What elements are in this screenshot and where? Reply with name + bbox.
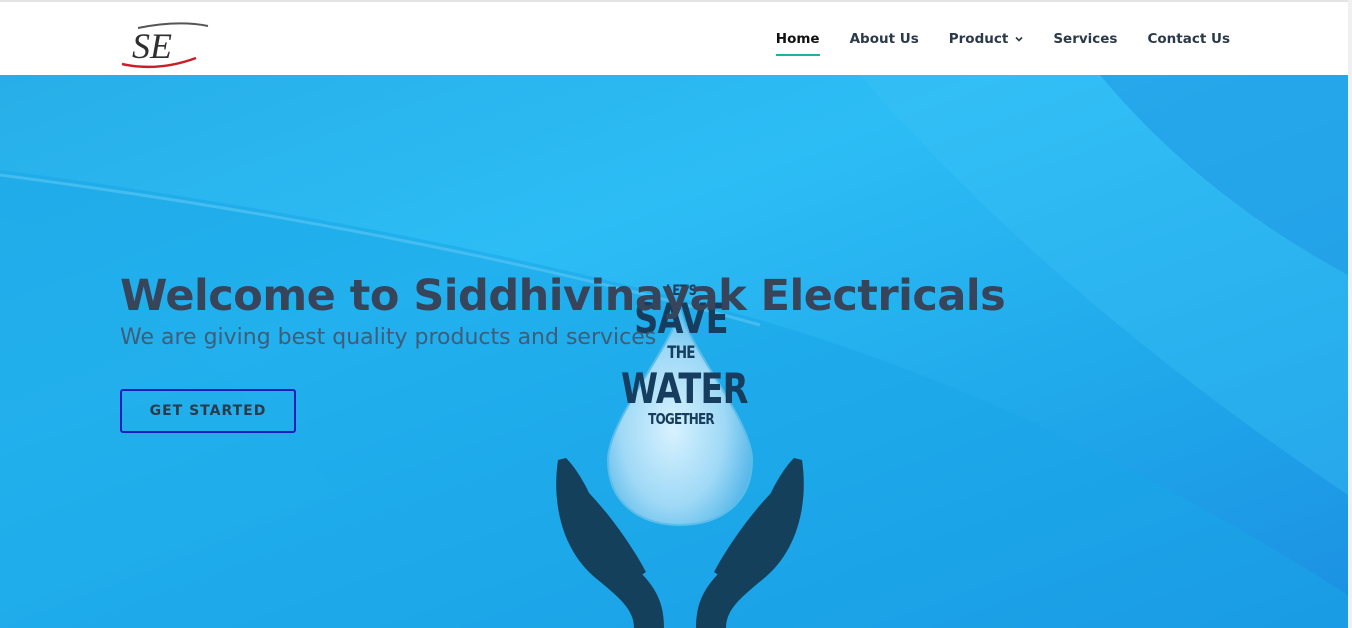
nav-contact-us-label[interactable]: Contact Us (1147, 31, 1230, 47)
main-nav: Home About Us Product Services Contact U… (746, 2, 1230, 75)
nav-home[interactable]: Home (775, 2, 820, 75)
nav-services[interactable]: Services (1053, 2, 1117, 75)
nav-contact-us[interactable]: Contact Us (1147, 2, 1230, 75)
nav-product-label[interactable]: Product (949, 31, 1009, 47)
hero-subtitle: We are giving best quality products and … (120, 325, 657, 350)
nav-product[interactable]: Product (949, 2, 1024, 75)
scrollbar[interactable] (1348, 0, 1352, 628)
logo-text: SE (132, 26, 172, 66)
image-text-water: WATER (621, 364, 749, 413)
chevron-down-icon[interactable] (1015, 35, 1023, 43)
nav-about-us-label[interactable]: About Us (850, 31, 919, 47)
nav-home-label[interactable]: Home (776, 31, 820, 47)
hero-section: LET'S SAVE THE WATER TOGETHER Welcome to… (0, 75, 1348, 628)
get-started-button[interactable]: GET STARTED (120, 389, 296, 433)
nav-services-label[interactable]: Services (1053, 31, 1117, 47)
image-text-together: TOGETHER (648, 410, 714, 428)
nav-about-us[interactable]: About Us (850, 2, 919, 75)
hero-title: Welcome to Siddhivinayak Electricals (120, 271, 1006, 321)
site-header: SE Home About Us Product Services Contac… (0, 2, 1348, 75)
logo[interactable]: SE (118, 20, 212, 70)
